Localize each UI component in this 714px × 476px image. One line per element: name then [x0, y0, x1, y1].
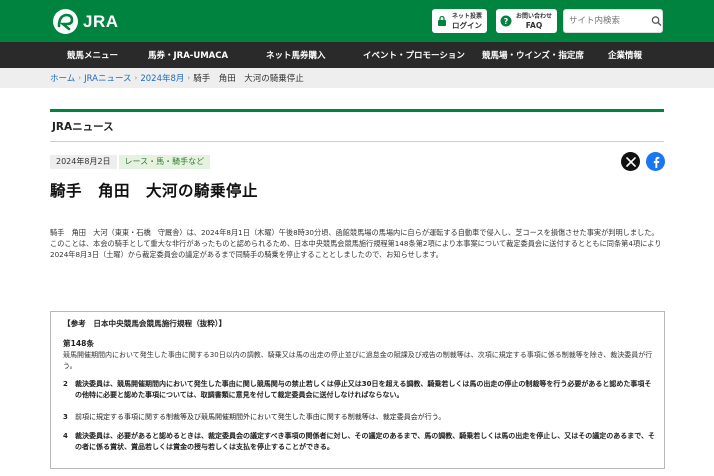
reference-item: 3 前項に規定する事項に関する制裁等及び競馬開催期間外において発生した事由に関す… — [63, 412, 655, 423]
reference-item: 2 裁決委員は、競馬開催期間内において発生した事由に関し競馬関与の禁止若しくは停… — [63, 379, 655, 401]
article-body: 騎手 角田 大河（東東・石橋 守厩舎）は、2024年8月1日（木曜）午後8時30… — [50, 227, 665, 260]
article-date: 2024年8月2日 — [50, 155, 117, 169]
nav-item-label: 馬券・JRA-UMACA — [148, 51, 229, 61]
x-icon — [625, 156, 636, 167]
section-title: JRAニュース — [52, 121, 114, 133]
reference-item-text: 裁決委員は、必要があると認めるときは、裁定委員会の議定すべき事項の関係者に対し、… — [75, 432, 655, 451]
section-header: JRAニュース — [50, 109, 664, 142]
nav-item-label: イベント・プロモーション — [363, 51, 465, 61]
nav-item-event-promotion[interactable]: イベント・プロモーション — [363, 42, 465, 68]
search-input[interactable] — [569, 11, 649, 31]
reference-item-number: 4 — [63, 432, 68, 440]
faq-line2: FAQ — [525, 20, 543, 30]
reference-box: 【参考 日本中央競馬会競馬施行規程（抜粋）】 第148条 競馬開催期間内において… — [50, 311, 665, 469]
faq-button[interactable]: ? お問い合わせ FAQ — [496, 9, 558, 33]
breadcrumb-jra-news[interactable]: JRAニュース — [84, 72, 131, 84]
nav-item-racecourse-wins[interactable]: 競馬場・ウインズ・指定席 — [482, 42, 584, 68]
category-badge[interactable]: レース・馬・騎手など — [118, 155, 211, 169]
jra-logo[interactable]: JRA — [53, 9, 119, 34]
reference-item: 4 裁決委員は、必要があると認めるときは、裁定委員会の議定すべき事項の関係者に対… — [63, 431, 655, 453]
reference-intro: 競馬開催期間内において発生した事由に関する30日以内の調教、騎乗又は馬の出走の停… — [63, 351, 653, 370]
breadcrumb-month[interactable]: 2024年8月 — [140, 72, 184, 84]
nav-item-net-baken[interactable]: ネット馬券購入 — [266, 42, 326, 68]
article-paragraph: 騎手 角田 大河（東東・石橋 守厩舎）は、2024年8月1日（木曜）午後8時30… — [50, 228, 659, 237]
nav-item-corporate[interactable]: 企業情報 — [608, 42, 642, 68]
nav-item-baken-umaca[interactable]: 馬券・JRA-UMACA — [148, 42, 228, 68]
nav-item-label: 競馬メニュー — [67, 51, 119, 61]
global-nav: 競馬メニュー 馬券・JRA-UMACA ネット馬券購入 イベント・プロモーション… — [0, 42, 714, 68]
nav-item-keiba-menu[interactable]: 競馬メニュー — [67, 42, 118, 68]
search-icon[interactable] — [651, 15, 662, 27]
faq-line1: お問い合わせ — [516, 12, 553, 20]
reference-item-number: 2 — [63, 380, 68, 388]
reference-heading: 【参考 日本中央競馬会競馬施行規程（抜粋）】 — [63, 319, 227, 328]
article-meta: 2024年8月2日 レース・馬・騎手など — [50, 155, 211, 169]
reference-item-number: 3 — [63, 413, 68, 421]
login-line1: ネット投票 — [452, 12, 483, 20]
jra-logo-icon — [53, 9, 78, 34]
lock-icon — [438, 15, 446, 26]
breadcrumb-current: 騎手 角田 大河の騎乗停止 — [193, 74, 304, 84]
breadcrumb-separator-icon: › — [187, 74, 191, 82]
article-paragraph: このことは、本会の騎手として重大な非行があったものと認められるため、日本中央競馬… — [50, 239, 662, 259]
breadcrumb-separator-icon: › — [134, 74, 138, 82]
logo-text: JRA — [83, 11, 119, 31]
facebook-icon — [653, 156, 659, 168]
login-line2: ログイン — [452, 20, 482, 30]
svg-text:?: ? — [504, 17, 509, 26]
share-facebook-button[interactable] — [646, 152, 665, 171]
reference-item-text: 裁決委員は、競馬開催期間内において発生した事由に関し競馬関与の禁止若しくは停止又… — [75, 380, 652, 399]
nav-item-label: ネット馬券購入 — [266, 51, 326, 61]
nav-item-label: 競馬場・ウインズ・指定席 — [482, 51, 584, 61]
site-search — [563, 9, 663, 33]
breadcrumb-home[interactable]: ホーム — [50, 72, 75, 84]
breadcrumb-separator-icon: › — [78, 74, 82, 82]
breadcrumb: ホーム › JRAニュース › 2024年8月 › 騎手 角田 大河の騎乗停止 — [0, 68, 714, 88]
nav-item-label: 企業情報 — [608, 51, 643, 61]
article-title: 騎手 角田 大河の騎乗停止 — [50, 182, 259, 200]
reference-article-number: 第148条 — [63, 339, 95, 348]
share-x-button[interactable] — [621, 152, 640, 171]
question-icon: ? — [500, 15, 512, 27]
reference-item-text: 前項に規定する事項に関する制裁等及び競馬開催期間外において発生した事由に関する制… — [75, 413, 446, 421]
net-vote-login-button[interactable]: ネット投票 ログイン — [432, 9, 488, 33]
site-header: JRA ネット投票 ログイン ? お問い合わせ FAQ — [0, 0, 714, 42]
